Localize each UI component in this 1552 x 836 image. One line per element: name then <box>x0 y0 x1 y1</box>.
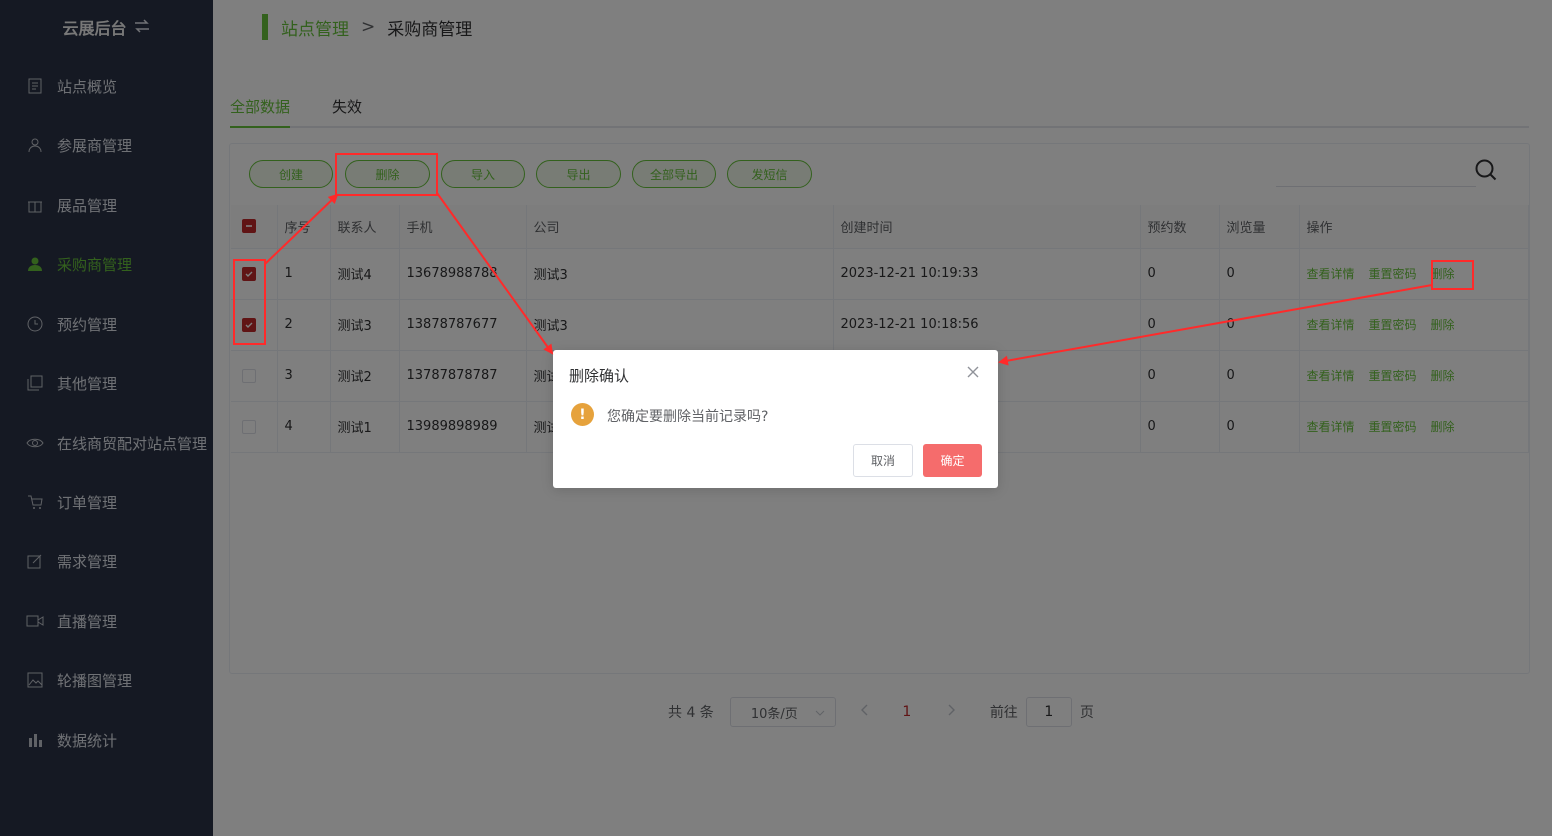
warning-icon: ! <box>571 403 594 426</box>
annotation-highlight-checkboxes <box>233 259 266 345</box>
confirm-button[interactable]: 确定 <box>923 444 982 477</box>
annotation-highlight-row-delete <box>1431 260 1474 290</box>
close-icon[interactable] <box>966 365 980 379</box>
cancel-button[interactable]: 取消 <box>853 444 913 477</box>
delete-confirm-dialog: 删除确认 ! 您确定要删除当前记录吗? 取消 确定 <box>553 350 998 488</box>
dialog-message: 您确定要删除当前记录吗? <box>607 409 769 425</box>
dialog-title: 删除确认 <box>569 367 630 385</box>
annotation-highlight-delete-button <box>335 153 438 196</box>
